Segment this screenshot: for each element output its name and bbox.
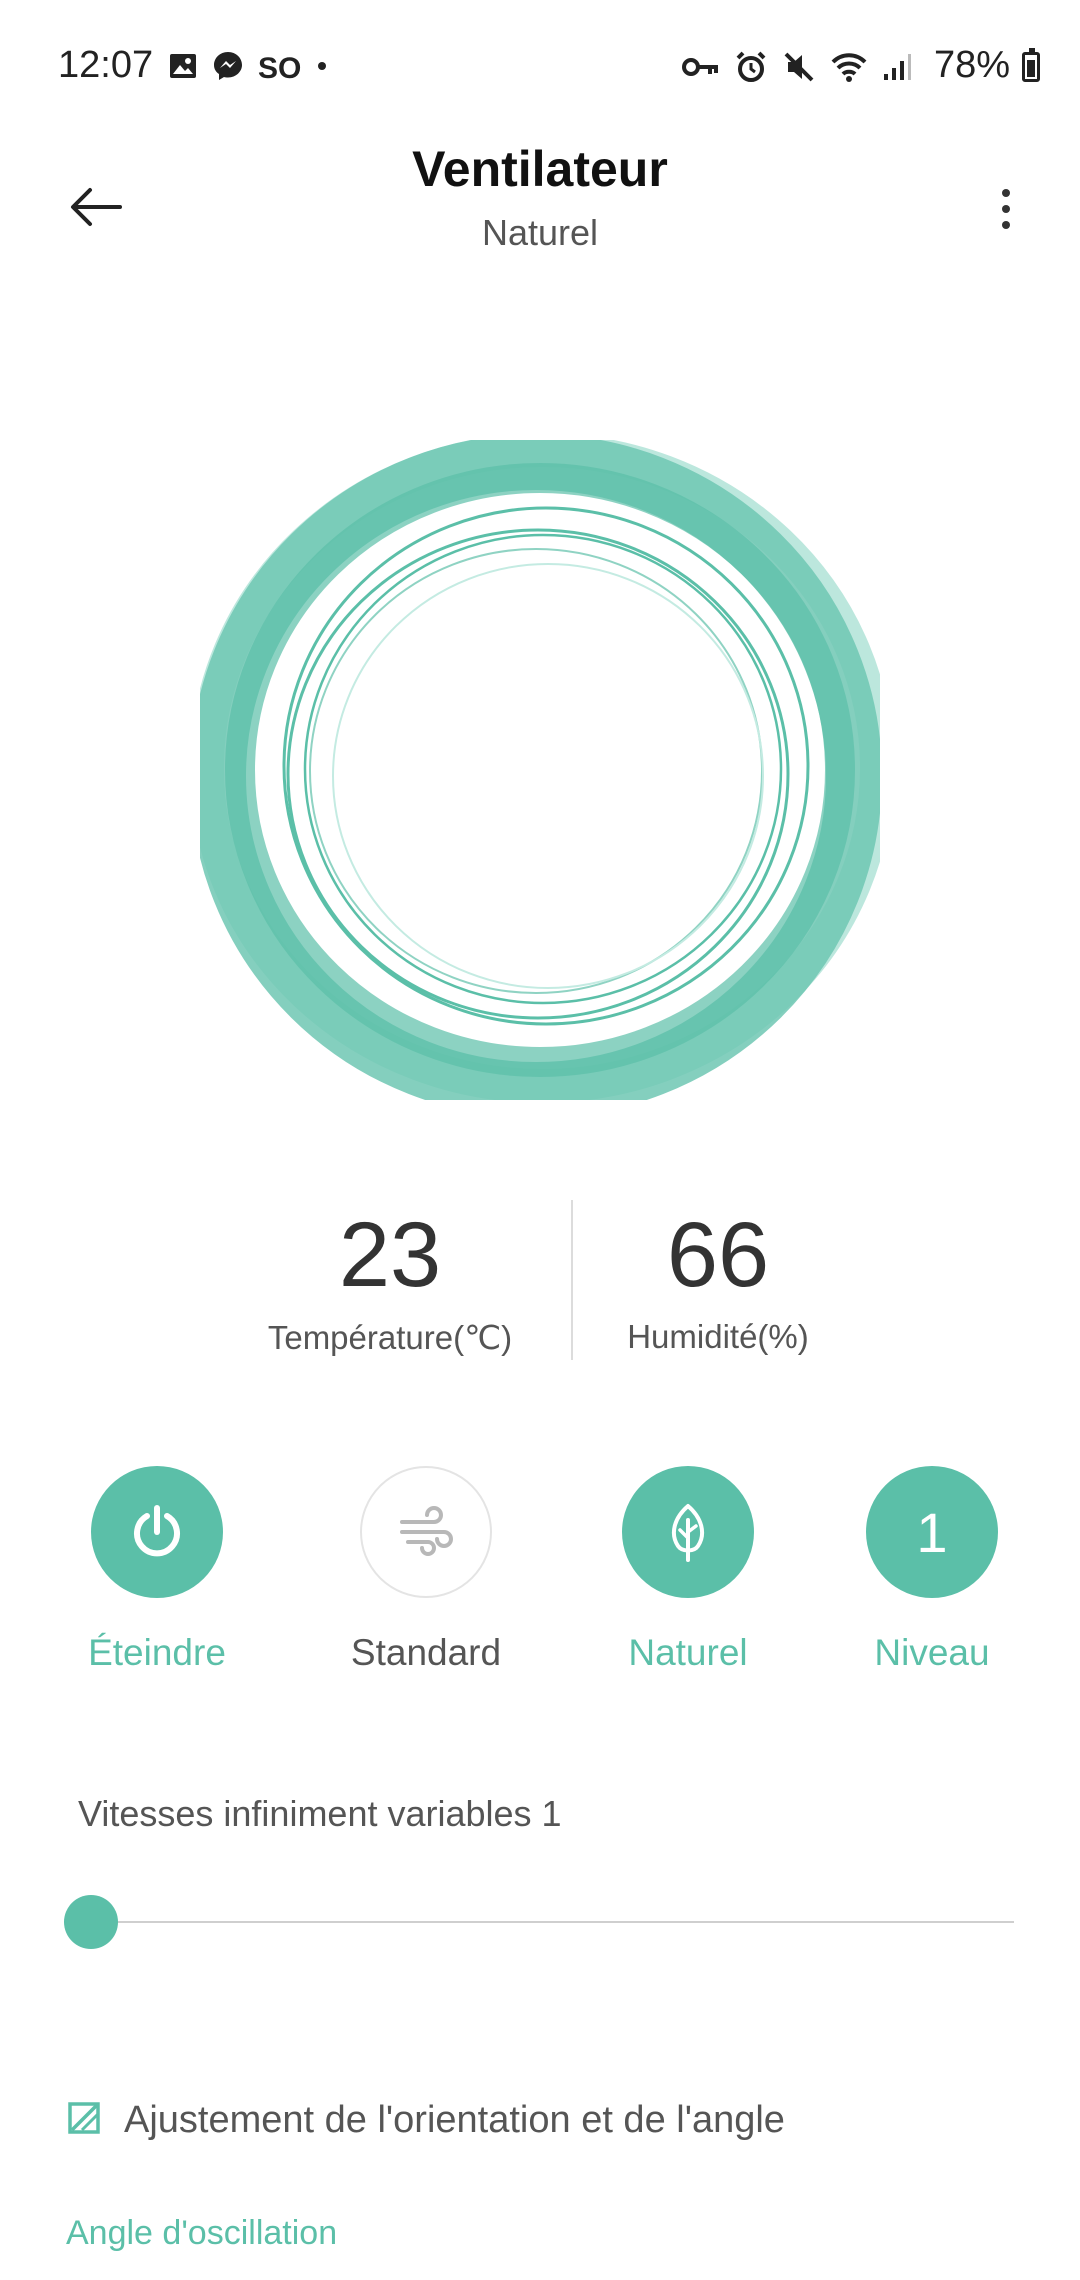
level-value: 1	[916, 1500, 948, 1564]
temperature-label: Température(℃)	[267, 1319, 513, 1356]
level-button-circle: 1	[866, 1466, 998, 1598]
mute-icon	[782, 50, 816, 89]
slider-thumb[interactable]	[64, 1895, 118, 1949]
humidity-reading: 66 Humidité(%)	[538, 1200, 898, 1356]
wind-icon	[400, 1506, 453, 1556]
natural-mode-label: Naturel	[628, 1632, 748, 1673]
natural-mode-button[interactable]: Naturel	[578, 1466, 798, 1674]
readings-panel: 23 Température(℃) 66 Humidité(%)	[0, 1200, 1080, 1370]
mode-controls: Éteindre Standard Naturel 1 Niveau	[0, 1466, 1080, 1696]
more-options-button[interactable]	[986, 176, 1026, 236]
page-subtitle: Naturel	[481, 212, 599, 253]
oscillation-angle-label[interactable]: Angle d'oscillation	[66, 2214, 337, 2253]
standard-mode-button[interactable]: Standard	[316, 1466, 536, 1674]
battery-icon	[1022, 48, 1040, 82]
signal-icon	[882, 52, 912, 87]
battery-percentage: 78%	[933, 44, 1010, 86]
more-vert-icon	[1002, 189, 1010, 229]
fan-visual	[190, 433, 894, 1118]
level-button[interactable]: 1 Niveau	[822, 1466, 1042, 1674]
power-off-label: Éteindre	[88, 1632, 226, 1673]
humidity-label: Humidité(%)	[627, 1318, 809, 1355]
natural-button-circle	[622, 1466, 754, 1598]
alarm-icon	[734, 50, 768, 89]
dot-icon	[315, 59, 329, 78]
wifi-icon	[830, 51, 868, 88]
humidity-value: 66	[666, 1204, 770, 1306]
status-left-icons: SO	[168, 50, 329, 87]
standard-mode-label: Standard	[350, 1632, 502, 1673]
so-icon: SO	[258, 51, 302, 85]
level-label: Niveau	[874, 1632, 990, 1673]
status-right-icons	[682, 50, 912, 89]
temperature-reading: 23 Température(℃)	[210, 1200, 570, 1357]
status-time: 12:07	[58, 44, 154, 86]
power-button-circle	[91, 1466, 223, 1598]
page-title: Ventilateur	[412, 141, 668, 197]
orientation-label: Ajustement de l'orientation et de l'angl…	[124, 2098, 785, 2141]
vpn-key-icon	[682, 52, 720, 87]
orientation-adjust-row[interactable]: Ajustement de l'orientation et de l'angl…	[66, 2090, 785, 2150]
speed-label: Vitesses infiniment variables 1	[78, 1793, 562, 1834]
header: Ventilateur Naturel	[0, 140, 1080, 280]
image-icon	[168, 51, 198, 86]
messenger-icon	[212, 50, 244, 87]
status-bar: 12:07 SO 78%	[0, 0, 1080, 140]
power-off-button[interactable]: Éteindre	[47, 1466, 267, 1674]
temperature-value: 23	[338, 1204, 442, 1306]
speed-slider[interactable]	[64, 1895, 1014, 1951]
power-icon	[134, 1505, 180, 1557]
leaf-icon	[671, 1504, 705, 1562]
slider-track	[64, 1921, 1014, 1923]
edit-square-icon	[68, 2102, 100, 2134]
fan-ring-graphic	[190, 433, 894, 1118]
standard-button-circle	[360, 1466, 492, 1598]
